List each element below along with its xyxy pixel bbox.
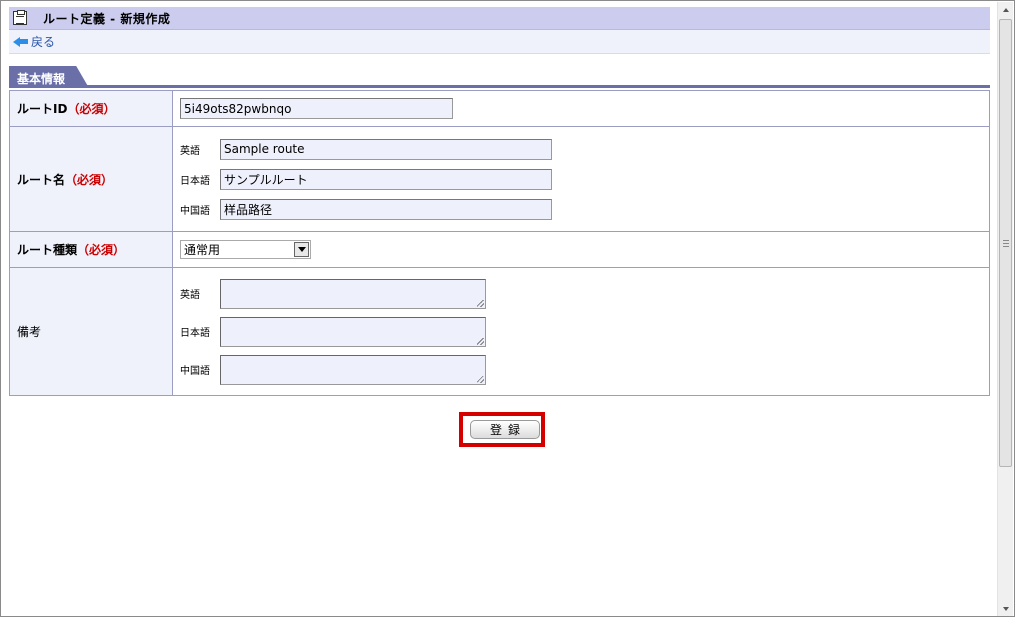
resize-grip-icon[interactable]: [477, 299, 484, 307]
grip-icon: [1002, 239, 1009, 247]
route-type-field-cell: 通常用: [172, 231, 990, 268]
remarks-en-lang: 英語: [180, 290, 200, 301]
remarks-ja-lang: 日本語: [180, 328, 210, 339]
resize-grip-icon[interactable]: [477, 337, 484, 345]
scroll-down-icon[interactable]: [998, 601, 1013, 616]
remarks-ja-row: 日本語: [180, 313, 989, 351]
back-link[interactable]: 戻る: [13, 33, 55, 50]
tab-basic-info[interactable]: 基本情報: [9, 66, 89, 88]
route-type-label-cell: ルート種類（必須）: [9, 231, 173, 268]
row-route-name: ルート名（必須） 英語 Sample route 日本語 サンプルルート 中国語…: [9, 126, 990, 232]
back-arrow-tail: [20, 39, 28, 44]
page-content: ルート定義 - 新規作成 戻る 基本情報 ルートID（必須） 5i49ots82…: [9, 7, 990, 396]
remarks-zh-lang: 中国語: [180, 366, 210, 377]
route-name-en-row: 英語 Sample route: [180, 134, 989, 164]
chevron-down-icon[interactable]: [294, 242, 309, 257]
remarks-label: 備考: [17, 325, 42, 339]
route-id-input[interactable]: 5i49ots82pwbnqo: [180, 98, 453, 119]
route-id-required-label: （必須）: [67, 102, 116, 116]
back-arrow-icon: [13, 36, 20, 47]
vertical-scrollbar[interactable]: [997, 2, 1013, 616]
route-type-selected: 通常用: [184, 243, 221, 257]
remarks-label-cell: 備考: [9, 267, 173, 396]
clipboard-icon: [13, 10, 27, 25]
nav-bar: 戻る: [9, 30, 990, 54]
route-name-label: ルート名: [17, 172, 66, 187]
route-name-label-cell: ルート名（必須）: [9, 126, 173, 232]
page-title: ルート定義 - 新規作成: [43, 11, 171, 26]
route-type-required-label: （必須）: [77, 243, 126, 257]
route-name-zh-input[interactable]: 样品路径: [220, 198, 552, 220]
remarks-ja-textarea[interactable]: [220, 316, 486, 347]
route-type-label: ルート種類: [17, 243, 78, 257]
route-id-label-cell: ルートID（必須）: [9, 90, 173, 127]
route-name-en-input[interactable]: Sample route: [220, 138, 552, 160]
register-button-highlight: 登録: [459, 412, 545, 447]
resize-grip-icon[interactable]: [477, 375, 484, 383]
route-name-en-lang: 英語: [180, 145, 200, 157]
scroll-thumb[interactable]: [999, 19, 1012, 467]
route-name-zh-lang: 中国語: [180, 205, 210, 217]
scroll-up-icon[interactable]: [998, 2, 1013, 17]
row-route-id: ルートID（必須） 5i49ots82pwbnqo: [9, 90, 990, 127]
route-type-select[interactable]: 通常用: [180, 240, 311, 259]
route-name-ja-lang: 日本語: [180, 175, 210, 187]
route-name-ja-input[interactable]: サンプルルート: [220, 168, 552, 190]
title-bar: ルート定義 - 新規作成: [9, 7, 990, 30]
route-id-field-cell: 5i49ots82pwbnqo: [172, 90, 990, 127]
back-label: 戻る: [31, 35, 56, 49]
route-id-label: ルートID: [17, 102, 68, 116]
route-name-ja-row: 日本語 サンプルルート: [180, 164, 989, 194]
route-name-required-label: （必須）: [65, 172, 114, 187]
row-remarks: 備考 英語 日本語 中国語: [9, 267, 990, 396]
remarks-zh-textarea[interactable]: [220, 354, 486, 385]
browser-frame: ルート定義 - 新規作成 戻る 基本情報 ルートID（必須） 5i49ots82…: [0, 0, 1015, 617]
register-button[interactable]: 登録: [470, 420, 540, 439]
remarks-zh-row: 中国語: [180, 351, 989, 389]
remarks-field-cell: 英語 日本語 中国語: [172, 267, 990, 396]
route-form: ルートID（必須） 5i49ots82pwbnqo ルート名（必須） 英語 Sa…: [9, 90, 990, 396]
remarks-en-row: 英語: [180, 275, 989, 313]
section-tab-row: 基本情報: [9, 64, 990, 88]
row-route-type: ルート種類（必須） 通常用: [9, 231, 990, 268]
remarks-en-textarea[interactable]: [220, 278, 486, 309]
route-name-field-cell: 英語 Sample route 日本語 サンプルルート 中国語 样品路径: [172, 126, 990, 232]
route-name-zh-row: 中国語 样品路径: [180, 194, 989, 224]
